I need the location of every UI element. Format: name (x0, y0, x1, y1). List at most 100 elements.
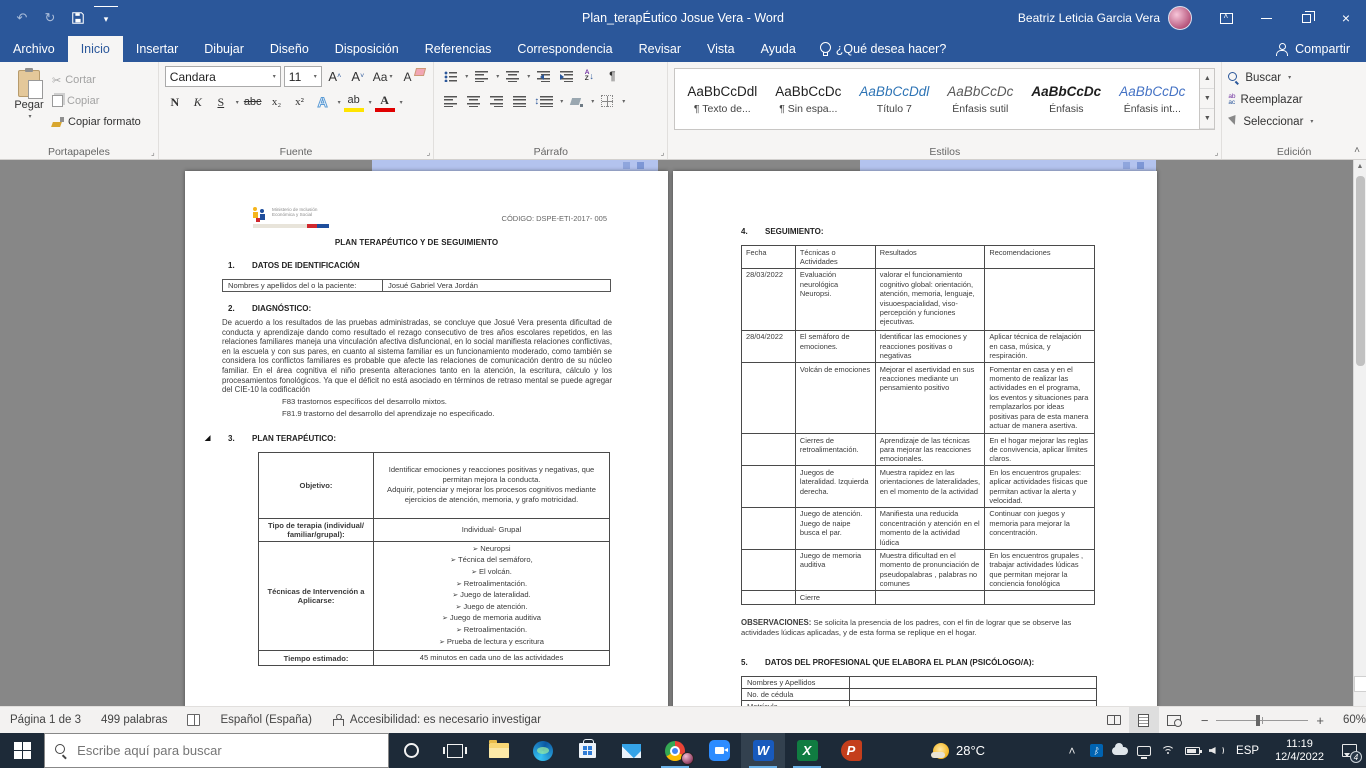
zoom-in-button[interactable]: + (1316, 713, 1324, 728)
align-right-button[interactable] (486, 91, 506, 111)
bluetooth-icon[interactable]: ᛒ (1084, 733, 1108, 768)
styles-dialog-launcher-icon[interactable]: ⌟ (1215, 148, 1219, 157)
taskbar-search[interactable] (44, 733, 389, 768)
style-texto-de[interactable]: AaBbCcDdl ¶ Texto de... (679, 71, 765, 127)
collapse-ribbon-icon[interactable]: ˄ (1354, 145, 1360, 156)
sort-button[interactable]: AZ↓ (579, 66, 599, 86)
styles-more-icon[interactable]: ▼ (1200, 109, 1214, 129)
word-count[interactable]: 499 palabras (91, 707, 178, 733)
clipboard-dialog-launcher-icon[interactable]: ⌟ (151, 148, 155, 157)
format-painter-button[interactable]: Copiar formato (52, 113, 141, 131)
language-indicator[interactable]: Español (España) (210, 707, 321, 733)
scroll-up-icon[interactable]: ▲ (1354, 160, 1366, 173)
close-button[interactable]: × (1326, 0, 1366, 36)
document-page-2[interactable]: 4.SEGUIMIENTO: Fecha Técnicas o Activida… (673, 171, 1157, 706)
increase-indent-button[interactable] (556, 66, 576, 86)
clock[interactable]: 11:19 12/4/2022 (1267, 738, 1332, 764)
onedrive-icon[interactable] (1108, 733, 1132, 768)
file-explorer-button[interactable] (477, 733, 521, 768)
search-input[interactable] (75, 742, 378, 759)
justify-button[interactable] (509, 91, 529, 111)
text-effects-button[interactable]: A (313, 92, 333, 112)
task-view-button[interactable] (433, 733, 477, 768)
tray-chevron-icon[interactable]: ˄ (1060, 733, 1084, 768)
zoom-out-button[interactable]: − (1201, 713, 1209, 728)
borders-button[interactable] (597, 91, 617, 111)
style-enfasis-intenso[interactable]: AaBbCcDc Énfasis int... (1109, 71, 1195, 127)
decrease-indent-button[interactable] (533, 66, 553, 86)
save-icon[interactable] (66, 6, 90, 30)
style-enfasis[interactable]: AaBbCcDc Énfasis (1023, 71, 1109, 127)
font-dialog-launcher-icon[interactable]: ⌟ (427, 148, 431, 157)
chrome-button[interactable] (653, 733, 697, 768)
minimize-button[interactable] (1246, 0, 1286, 36)
tell-me-box[interactable]: ¿Qué desea hacer? (809, 36, 957, 62)
edge-button[interactable] (521, 733, 565, 768)
align-left-button[interactable] (440, 91, 460, 111)
redo-icon[interactable]: ↻ (38, 6, 62, 30)
show-paragraph-marks-button[interactable]: ¶ (602, 66, 622, 86)
read-mode-button[interactable] (1099, 707, 1129, 733)
bold-button[interactable]: N (165, 92, 185, 112)
style-sin-espaciado[interactable]: AaBbCcDc ¶ Sin espa... (765, 71, 851, 127)
align-center-button[interactable] (463, 91, 483, 111)
word-button[interactable]: W (741, 733, 785, 768)
accessibility-status[interactable]: Accesibilidad: es necesario investigar (322, 707, 551, 733)
line-spacing-button[interactable]: ↕ (532, 91, 555, 111)
zoom-level[interactable]: 60% (1336, 714, 1366, 726)
shrink-font-button[interactable]: A˅ (348, 67, 368, 87)
display-connect-icon[interactable] (1132, 733, 1156, 768)
text-highlight-button[interactable]: ab (344, 92, 364, 112)
strikethrough-button[interactable]: abc (242, 92, 264, 112)
paste-button[interactable]: Pegar ▾ (6, 66, 52, 141)
tab-correspondencia[interactable]: Correspondencia (504, 36, 625, 62)
document-scrollbar[interactable]: ▲ (1353, 160, 1366, 706)
multilevel-list-button[interactable] (502, 66, 522, 86)
ribbon-display-options-icon[interactable] (1206, 0, 1246, 36)
collapse-triangle-icon[interactable]: ◢ (205, 434, 210, 442)
weather-widget[interactable]: 28°C (921, 743, 997, 759)
account-name[interactable]: Beatriz Leticia Garcia Vera (1018, 11, 1160, 25)
tab-insertar[interactable]: Insertar (123, 36, 191, 62)
font-color-button[interactable]: A (375, 92, 395, 112)
font-size-combobox[interactable]: 11▾ (284, 66, 322, 87)
paragraph-dialog-launcher-icon[interactable]: ⌟ (661, 148, 665, 157)
tab-inicio[interactable]: Inicio (68, 36, 123, 62)
proofing-button[interactable] (177, 707, 210, 733)
volume-icon[interactable] (1204, 733, 1228, 768)
undo-icon[interactable]: ↶ (10, 6, 34, 30)
zoom-app-button[interactable] (697, 733, 741, 768)
document-page-1[interactable]: Ministerio de Inclusión Económica y Soci… (185, 171, 668, 706)
print-layout-button[interactable] (1129, 707, 1159, 733)
keyboard-language[interactable]: ESP (1228, 745, 1267, 757)
numbering-button[interactable] (471, 66, 491, 86)
mail-button[interactable] (609, 733, 653, 768)
change-case-button[interactable]: Aa▾ (371, 67, 395, 87)
superscript-button[interactable]: x² (290, 92, 310, 112)
clear-formatting-button[interactable]: A (398, 67, 418, 87)
battery-icon[interactable] (1180, 733, 1204, 768)
start-button[interactable] (0, 733, 44, 768)
zoom-slider[interactable] (1216, 720, 1308, 721)
styles-scroll-up-icon[interactable]: ▲ (1200, 69, 1214, 89)
find-button[interactable]: Buscar▾ (1228, 68, 1360, 87)
style-enfasis-sutil[interactable]: AaBbCcDc Énfasis sutil (937, 71, 1023, 127)
tab-archivo[interactable]: Archivo (0, 36, 68, 62)
tab-disposicion[interactable]: Disposición (322, 36, 412, 62)
cortana-button[interactable] (389, 733, 433, 768)
tab-vista[interactable]: Vista (694, 36, 748, 62)
share-button[interactable]: Compartir (1259, 36, 1366, 62)
shading-button[interactable] (566, 91, 586, 111)
excel-button[interactable]: X (785, 733, 829, 768)
scrollbar-bottom-box[interactable] (1354, 676, 1366, 692)
zoom-slider-thumb[interactable] (1256, 715, 1260, 726)
tab-ayuda[interactable]: Ayuda (748, 36, 809, 62)
cut-button[interactable]: ✂Cortar (52, 71, 141, 89)
page-indicator[interactable]: Página 1 de 3 (0, 707, 91, 733)
underline-button[interactable]: S (211, 92, 231, 112)
qat-customize-icon[interactable]: ▾ (94, 6, 118, 30)
select-button[interactable]: Seleccionar▾ (1228, 112, 1360, 131)
tab-diseno[interactable]: Diseño (257, 36, 322, 62)
grow-font-button[interactable]: A˄ (325, 67, 345, 87)
notification-center-button[interactable]: 4 (1332, 733, 1366, 768)
